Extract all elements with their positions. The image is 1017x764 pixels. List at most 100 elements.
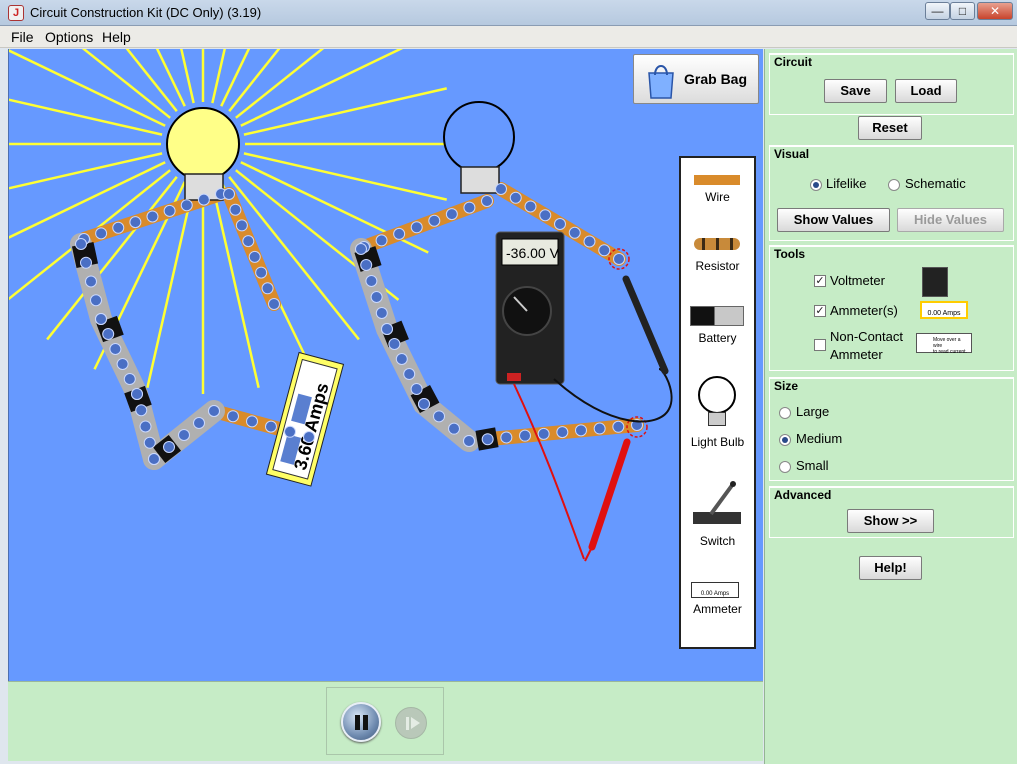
lifelike-radio[interactable] — [810, 179, 822, 191]
electron — [410, 221, 423, 234]
electron — [355, 243, 367, 255]
electron — [248, 250, 261, 263]
ammeter-tool-icon: 0.00 Amps — [920, 301, 968, 319]
electron — [481, 195, 493, 207]
light-ray — [81, 49, 171, 119]
bulb-base-icon — [708, 412, 726, 426]
step-button[interactable] — [395, 707, 427, 739]
menu-file[interactable]: File — [11, 29, 34, 45]
voltmeter[interactable]: -36.00 V — [495, 231, 673, 562]
schematic-label[interactable]: Schematic — [905, 176, 966, 191]
minimize-button[interactable]: — — [925, 2, 950, 20]
hide-values-button[interactable]: Hide Values — [897, 208, 1004, 232]
electron — [524, 200, 537, 213]
electron — [265, 420, 277, 433]
toolbox-switch-label[interactable]: Switch — [681, 534, 754, 548]
battery[interactable] — [350, 238, 480, 452]
clock-panel — [326, 687, 444, 755]
black-probe[interactable] — [622, 275, 669, 375]
tools-section: Tools ✓ Voltmeter ✓ Ammeter(s) 0.00 Amps… — [769, 245, 1014, 371]
help-button[interactable]: Help! — [859, 556, 922, 580]
save-button[interactable]: Save — [824, 79, 887, 103]
battery-icon[interactable] — [690, 306, 744, 326]
light-bulb-base[interactable] — [460, 166, 500, 194]
electron — [95, 313, 107, 325]
electron — [463, 435, 475, 447]
electron — [556, 426, 569, 439]
menu-options[interactable]: Options — [45, 29, 93, 45]
load-button[interactable]: Load — [895, 79, 957, 103]
ammeters-checkbox[interactable]: ✓ — [814, 305, 826, 317]
light-ray — [9, 98, 163, 136]
close-button[interactable]: ✕ — [977, 2, 1013, 20]
electron — [229, 203, 242, 216]
light-bulb-glass[interactable] — [443, 101, 515, 173]
electron — [180, 199, 193, 212]
voltmeter-tool-icon — [922, 267, 948, 297]
electron — [463, 201, 476, 214]
advanced-show-button[interactable]: Show >> — [847, 509, 934, 533]
lifelike-label[interactable]: Lifelike — [826, 176, 866, 191]
switch-icon[interactable] — [691, 480, 743, 528]
pause-button[interactable] — [341, 702, 381, 742]
maximize-button[interactable]: □ — [950, 2, 975, 20]
electron — [410, 383, 423, 395]
light-ray — [228, 49, 281, 112]
electron — [537, 427, 550, 440]
size-large-radio[interactable] — [779, 407, 791, 419]
size-medium-label[interactable]: Medium — [796, 431, 842, 446]
electron — [381, 323, 393, 335]
electron — [163, 204, 176, 217]
menu-help[interactable]: Help — [102, 29, 131, 45]
section-title: Visual — [774, 147, 810, 161]
section-title: Circuit — [774, 55, 813, 69]
circuit-workspace[interactable]: 3.60 Amps -36.00 V Grab Bag Wire Resisto… — [8, 49, 763, 681]
show-values-button[interactable]: Show Values — [777, 208, 890, 232]
electron — [148, 453, 160, 465]
red-probe[interactable] — [588, 438, 631, 551]
toolbox-wire-label[interactable]: Wire — [681, 190, 754, 204]
electron — [146, 210, 159, 223]
resistor-icon[interactable] — [694, 238, 740, 250]
voltmeter-checkbox[interactable]: ✓ — [814, 275, 826, 287]
electron — [583, 235, 596, 248]
light-ray — [9, 152, 163, 190]
toolbox-battery-label[interactable]: Battery — [681, 331, 754, 345]
size-small-label[interactable]: Small — [796, 458, 829, 473]
size-small-radio[interactable] — [779, 461, 791, 473]
size-medium-radio[interactable] — [779, 434, 791, 446]
circuit-canvas[interactable]: 3.60 Amps -36.00 V — [9, 49, 763, 681]
schematic-radio[interactable] — [888, 179, 900, 191]
advanced-section: Advanced Show >> — [769, 486, 1014, 538]
electron — [448, 422, 460, 435]
wire-icon[interactable] — [694, 175, 740, 185]
electron — [481, 433, 494, 446]
light-bulb-glass[interactable] — [166, 107, 240, 181]
light-ray — [46, 176, 178, 341]
ammeters-label[interactable]: Ammeter(s) — [830, 303, 898, 318]
ammeter-icon[interactable]: 0.00 Amps — [691, 582, 739, 598]
light-ray — [9, 49, 166, 127]
grab-bag-label: Grab Bag — [684, 71, 748, 87]
voltmeter-label[interactable]: Voltmeter — [830, 273, 885, 288]
reset-button[interactable]: Reset — [858, 116, 922, 140]
ammeter-component[interactable]: 3.60 Amps — [265, 351, 345, 487]
electron — [131, 388, 143, 400]
non-contact-label[interactable]: Non-Contact — [830, 329, 903, 344]
electron — [613, 253, 625, 265]
non-contact-label-2[interactable]: Ammeter — [830, 347, 883, 362]
electron — [129, 216, 142, 229]
window-title: Circuit Construction Kit (DC Only) (3.19… — [30, 5, 262, 20]
toolbox-light-bulb-label[interactable]: Light Bulb — [681, 435, 754, 449]
toolbox-resistor-label[interactable]: Resistor — [681, 259, 754, 273]
section-title: Advanced — [774, 488, 832, 502]
electron — [109, 343, 122, 355]
electron — [303, 431, 315, 443]
non-contact-ammeter-checkbox[interactable] — [814, 339, 826, 351]
size-large-label[interactable]: Large — [796, 404, 829, 419]
grab-bag-button[interactable]: Grab Bag — [633, 54, 759, 104]
toolbox-ammeter-label[interactable]: Ammeter — [681, 602, 754, 616]
electron — [593, 422, 606, 435]
light-bulb-icon[interactable] — [698, 376, 736, 414]
non-contact-hint: Move over a wire — [933, 337, 961, 349]
